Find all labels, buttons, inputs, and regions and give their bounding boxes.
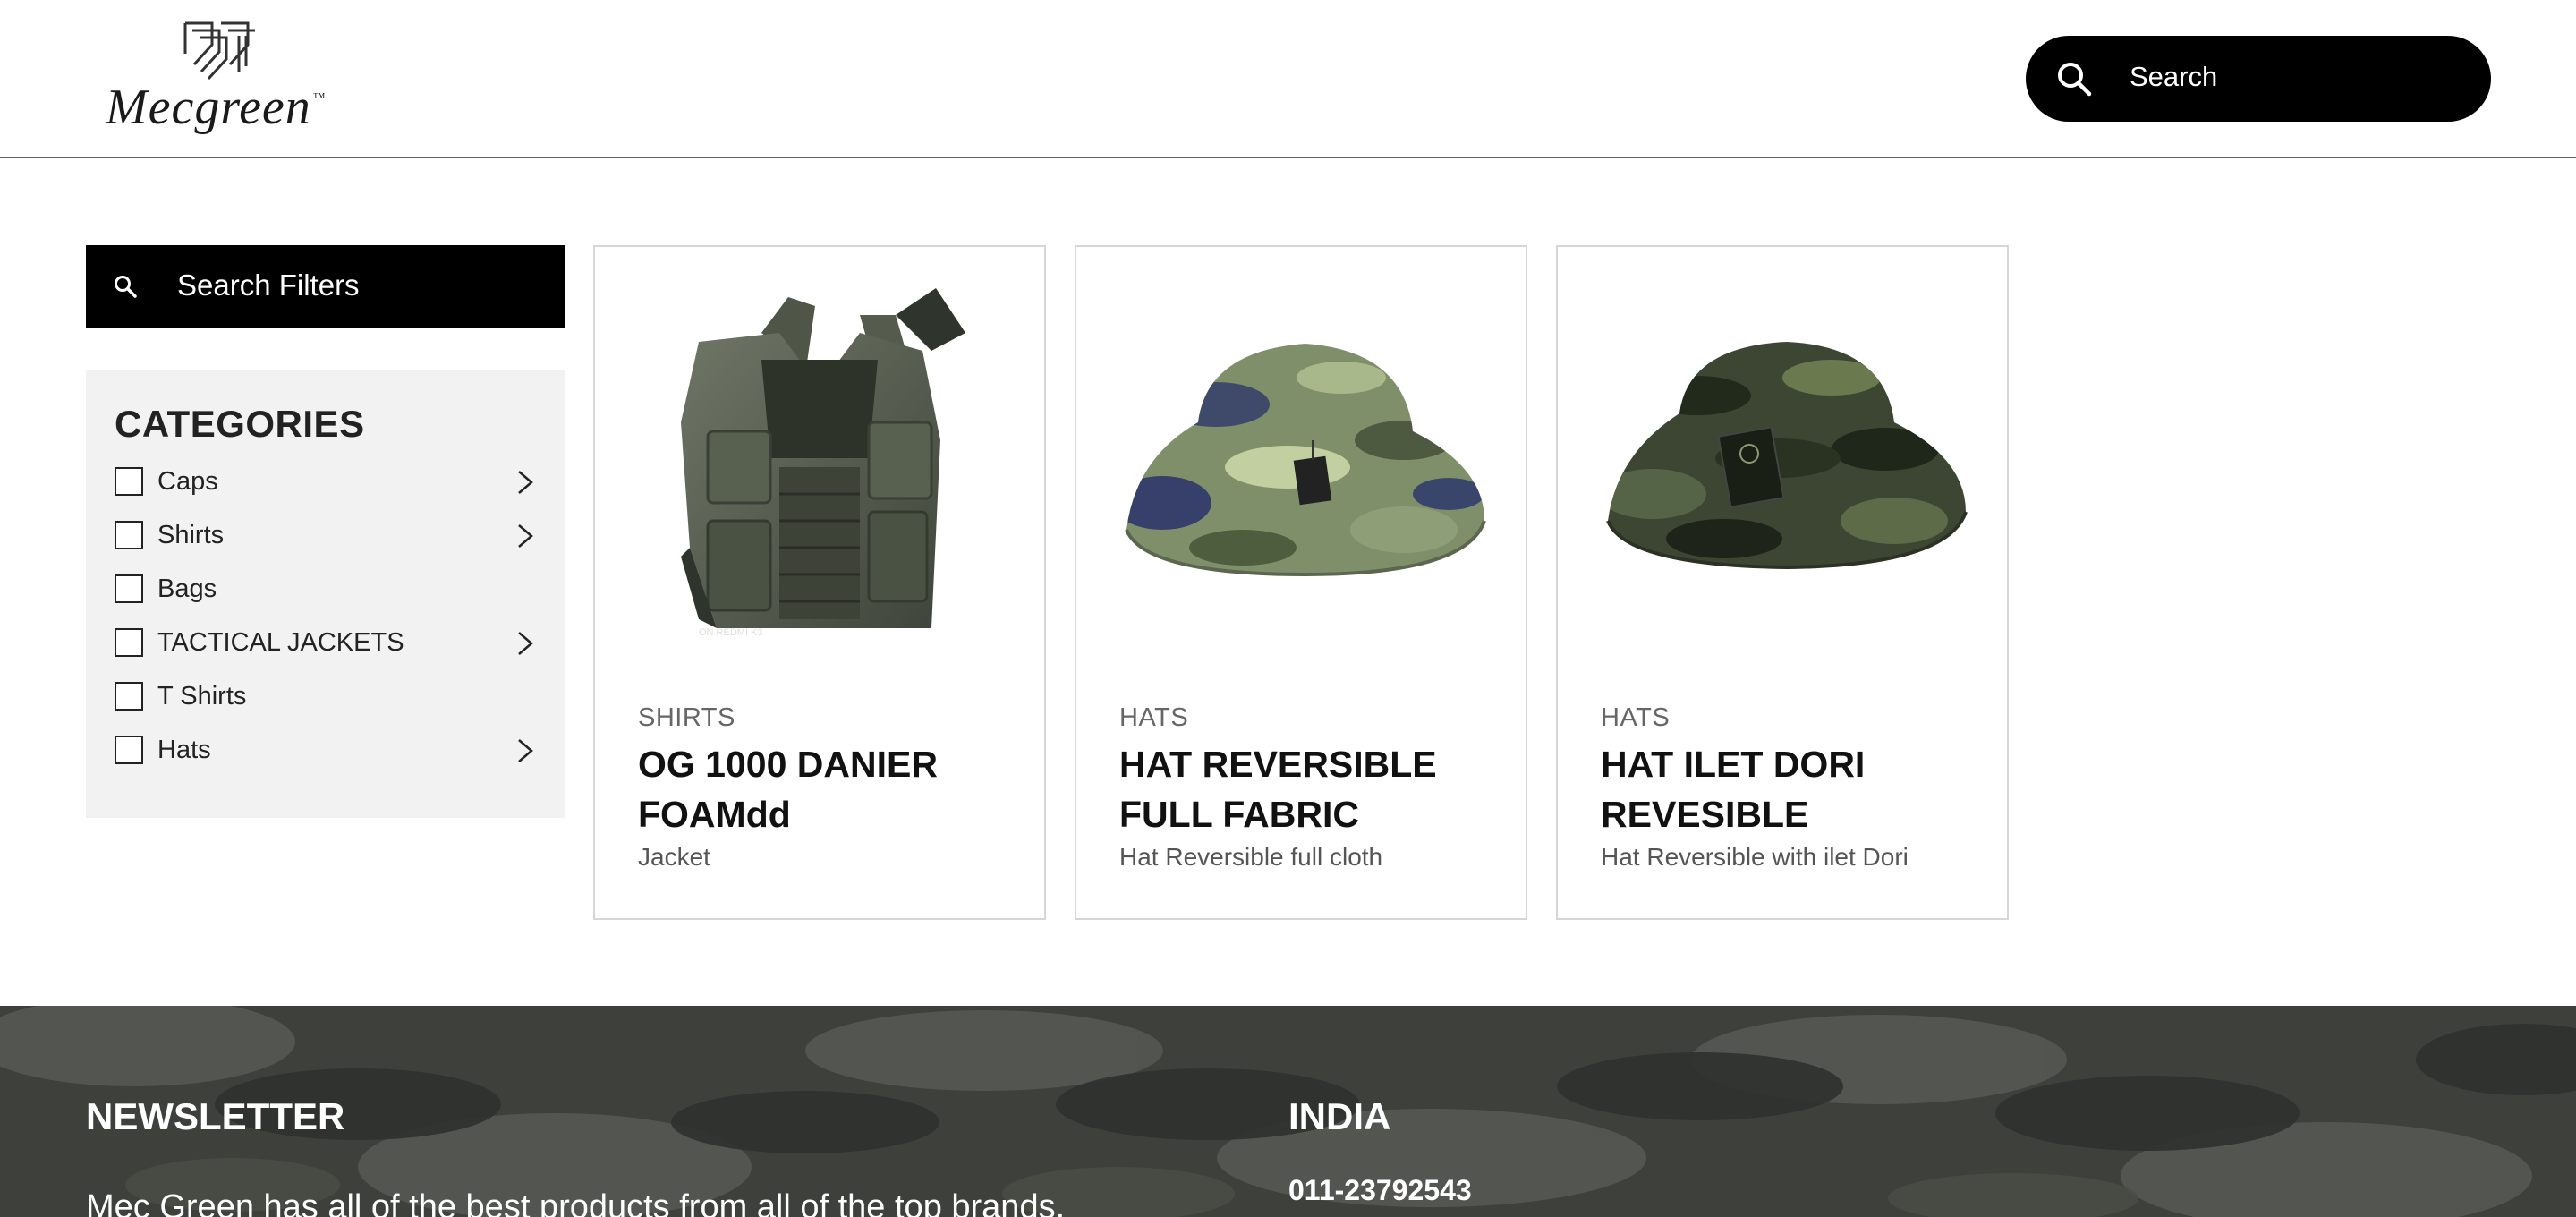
product-card[interactable]: HATS HAT ILET DORI REVESIBLE Hat Reversi…	[1556, 245, 2009, 920]
category-label: Caps	[157, 467, 218, 496]
category-item-tactical-jackets[interactable]: TACTICAL JACKETS	[115, 621, 537, 666]
search-icon	[115, 276, 137, 298]
category-item-caps[interactable]: Caps	[115, 460, 537, 505]
product-category: HATS	[1601, 703, 1671, 732]
site-header: Mecgreen ™ Search	[0, 0, 2576, 158]
product-image-caption: ON REDMI K3	[699, 627, 763, 638]
product-title[interactable]: OG 1000 DANIER FOAMdd	[638, 739, 1014, 839]
search-icon	[2058, 63, 2092, 97]
product-title[interactable]: HAT ILET DORI REVESIBLE	[1601, 739, 1977, 839]
category-label: TACTICAL JACKETS	[157, 628, 404, 657]
newsletter-title: NEWSLETTER	[86, 1095, 345, 1137]
chevron-right-icon[interactable]	[514, 630, 537, 657]
newsletter-text: Mec Green has all of the best products f…	[86, 1188, 1066, 1217]
camo-bucket-hat-image	[1125, 344, 1486, 577]
product-title[interactable]: HAT REVERSIBLE FULL FABRIC	[1119, 739, 1495, 839]
header-search-label: Search	[2130, 61, 2218, 92]
category-label: Bags	[157, 574, 217, 603]
product-card[interactable]: ON REDMI K3 SHIRTS OG 1000 DANIER FOAMdd…	[593, 245, 1046, 920]
category-checkbox[interactable]	[115, 521, 143, 549]
header-search-button[interactable]: Search	[2026, 36, 2491, 122]
category-item-shirts[interactable]: Shirts	[115, 514, 537, 558]
categories-title: CATEGORIES	[115, 403, 365, 445]
category-checkbox[interactable]	[115, 574, 143, 603]
category-item-bags[interactable]: Bags	[115, 567, 537, 612]
category-label: T Shirts	[157, 682, 247, 711]
product-description: Jacket	[638, 843, 710, 871]
brand-logo[interactable]: Mecgreen ™	[100, 18, 342, 143]
logo-wordmark: Mecgreen ™	[106, 80, 327, 135]
categories-panel: CATEGORIES Caps Shirts Bags TACTICAL JAC…	[86, 370, 565, 818]
region-title: INDIA	[1288, 1095, 1391, 1137]
category-checkbox[interactable]	[115, 628, 143, 657]
category-checkbox[interactable]	[115, 736, 143, 764]
chevron-right-icon[interactable]	[514, 469, 537, 496]
search-filters-button[interactable]: Search Filters	[86, 245, 565, 328]
product-category: SHIRTS	[638, 703, 735, 732]
category-checkbox[interactable]	[115, 682, 143, 711]
product-description: Hat Reversible full cloth	[1119, 843, 1383, 871]
phone-link[interactable]: 011-23792543	[1288, 1174, 1472, 1207]
tactical-vest-image: ON REDMI K3	[681, 288, 965, 638]
product-card[interactable]: HATS HAT REVERSIBLE FULL FABRIC Hat Reve…	[1075, 245, 1527, 920]
product-description: Hat Reversible with ilet Dori	[1601, 843, 1909, 871]
site-footer: NEWSLETTER Mec Green has all of the best…	[0, 1006, 2576, 1217]
category-label: Hats	[157, 736, 211, 764]
category-item-t-shirts[interactable]: T Shirts	[115, 675, 537, 719]
search-filters-label: Search Filters	[177, 268, 360, 302]
product-category: HATS	[1119, 703, 1189, 732]
category-checkbox[interactable]	[115, 467, 143, 496]
category-label: Shirts	[157, 521, 225, 549]
chevron-right-icon[interactable]	[514, 523, 537, 549]
category-item-hats[interactable]: Hats	[115, 728, 537, 773]
chevron-right-icon[interactable]	[514, 737, 537, 764]
dark-camo-bucket-hat-image	[1606, 342, 1968, 570]
